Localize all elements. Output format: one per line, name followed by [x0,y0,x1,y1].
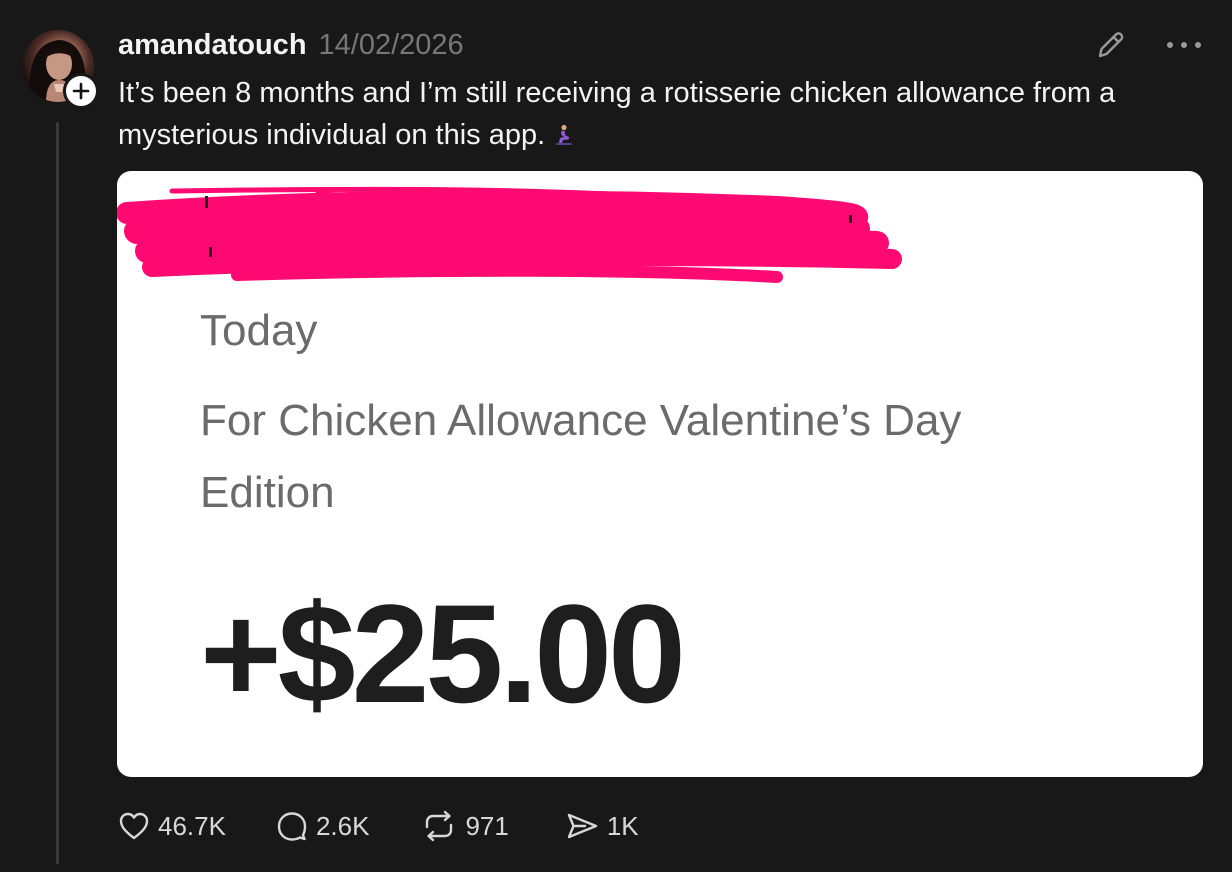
action-bar: 46.7K 2.6K 971 1K [118,806,639,846]
more-icon[interactable] [1164,36,1204,54]
post-header: amandatouch 14/02/2026 [118,26,464,64]
post-image[interactable]: Today For Chicken Allowance Valentine’s … [117,171,1203,777]
redaction-scribble [117,186,902,283]
post-timestamp: 14/02/2026 [318,29,464,61]
repost-count: 971 [465,810,509,841]
share-button[interactable]: 1K [565,811,639,842]
transaction-amount: +$25.00 [200,575,686,732]
repost-button[interactable]: 971 [421,810,509,842]
comment-icon [277,812,307,841]
person-kneeling-emoji [556,124,572,145]
author-username[interactable]: amandatouch [118,26,307,64]
like-count: 46.7K [158,810,226,841]
send-icon [567,813,598,839]
share-count: 1K [606,810,639,841]
post-text: It’s been 8 months and I’m still receivi… [118,72,1208,156]
post: amandatouch 14/02/2026 It’s been 8 month… [0,0,1232,872]
plus-icon [72,82,90,100]
reply-button[interactable]: 2.6K [276,810,370,842]
transaction-date: Today [200,306,318,355]
follow-button[interactable] [63,73,99,109]
repost-icon [426,810,453,842]
heart-icon [119,812,149,840]
pencil-icon[interactable] [1094,28,1128,62]
thread-line [56,122,59,864]
reply-count: 2.6K [315,810,370,841]
like-button[interactable]: 46.7K [118,811,226,842]
post-text-content: It’s been 8 months and I’m still receivi… [118,77,1116,151]
transaction-memo: For Chicken Allowance Valentine’s Day Ed… [200,396,962,517]
